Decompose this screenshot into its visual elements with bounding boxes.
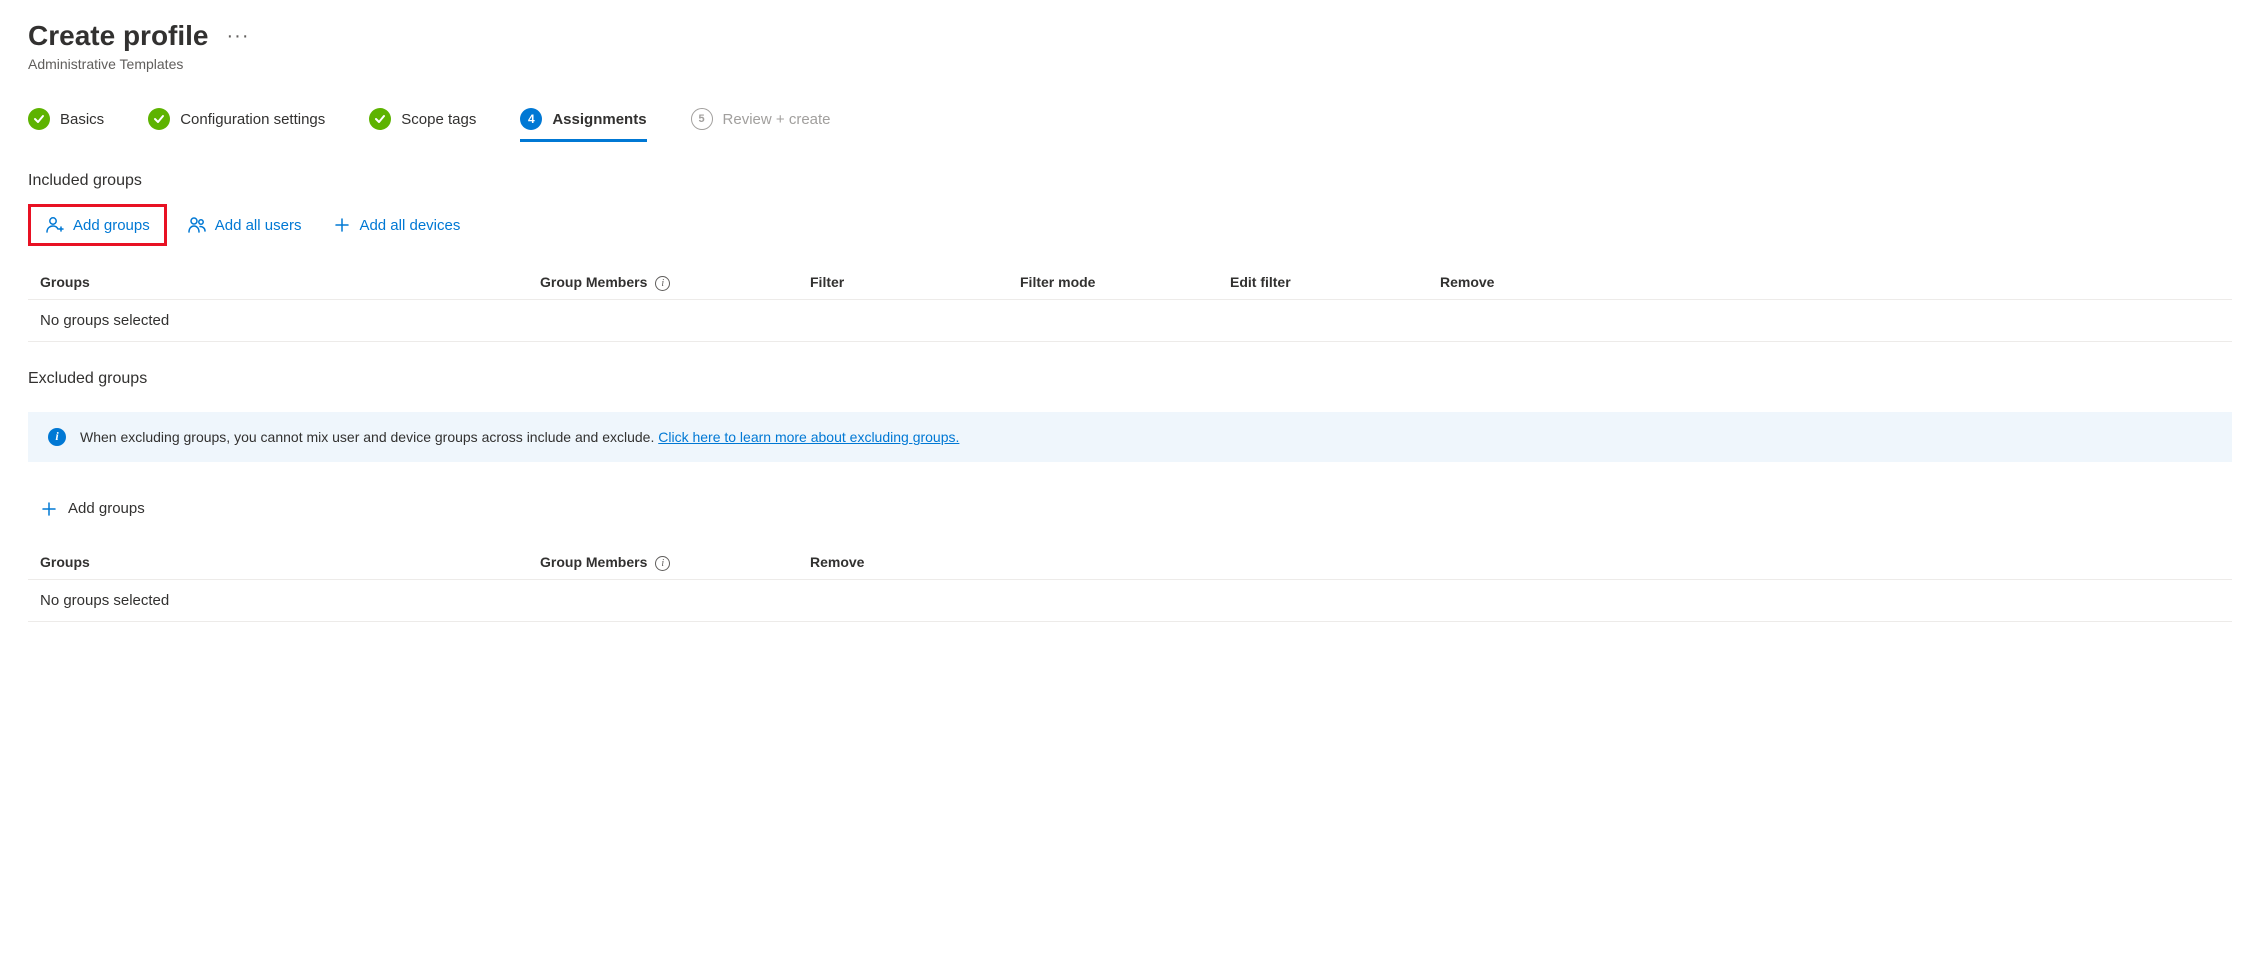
check-icon: [369, 108, 391, 130]
step-assignments[interactable]: 4 Assignments: [520, 108, 646, 142]
add-all-devices-button[interactable]: Add all devices: [321, 204, 472, 246]
step-label: Basics: [60, 111, 104, 128]
wizard-steps: Basics Configuration settings Scope tags…: [28, 108, 2232, 142]
add-all-users-button[interactable]: Add all users: [175, 204, 314, 246]
callout-link[interactable]: Click here to learn more about excluding…: [658, 429, 959, 445]
step-basics[interactable]: Basics: [28, 108, 104, 142]
step-number-badge: 5: [691, 108, 713, 130]
step-scope-tags[interactable]: Scope tags: [369, 108, 476, 142]
col-edit-filter[interactable]: Edit filter: [1230, 274, 1440, 291]
table-empty-row: No groups selected: [28, 300, 2232, 342]
plus-icon: [333, 216, 351, 234]
col-group-members[interactable]: Group Members i: [540, 274, 810, 291]
info-icon: i: [48, 428, 66, 446]
step-label: Configuration settings: [180, 111, 325, 128]
col-groups[interactable]: Groups: [40, 554, 540, 571]
check-icon: [28, 108, 50, 130]
info-icon[interactable]: i: [655, 556, 670, 571]
included-action-bar: Add groups Add all users Add all devices: [28, 204, 2232, 246]
col-group-members[interactable]: Group Members i: [540, 554, 810, 571]
step-review-create[interactable]: 5 Review + create: [691, 108, 831, 142]
info-callout: i When excluding groups, you cannot mix …: [28, 412, 2232, 462]
table-header: Groups Group Members i Remove: [28, 546, 2232, 580]
add-groups-button[interactable]: Add groups: [33, 209, 162, 241]
plus-icon: [40, 500, 58, 518]
callout-text: When excluding groups, you cannot mix us…: [80, 429, 658, 445]
step-label: Scope tags: [401, 111, 476, 128]
col-filter[interactable]: Filter: [810, 274, 1020, 291]
col-remove[interactable]: Remove: [810, 554, 2220, 571]
users-icon: [187, 215, 207, 235]
col-filter-mode[interactable]: Filter mode: [1020, 274, 1230, 291]
col-groups[interactable]: Groups: [40, 274, 540, 291]
button-label: Add all users: [215, 217, 302, 234]
button-label: Add groups: [73, 217, 150, 234]
excluded-groups-table: Groups Group Members i Remove No groups …: [28, 546, 2232, 622]
info-icon[interactable]: i: [655, 276, 670, 291]
step-label: Review + create: [723, 111, 831, 128]
add-groups-excluded-button[interactable]: Add groups: [28, 492, 157, 526]
button-label: Add all devices: [359, 217, 460, 234]
highlight-box: Add groups: [28, 204, 167, 246]
step-label: Assignments: [552, 111, 646, 128]
step-configuration-settings[interactable]: Configuration settings: [148, 108, 325, 142]
check-icon: [148, 108, 170, 130]
button-label: Add groups: [68, 500, 145, 517]
included-groups-heading: Included groups: [28, 172, 2232, 190]
person-add-icon: [45, 215, 65, 235]
table-empty-row: No groups selected: [28, 580, 2232, 622]
page-subtitle: Administrative Templates: [28, 56, 2232, 72]
more-icon[interactable]: ···: [227, 25, 250, 48]
step-number-badge: 4: [520, 108, 542, 130]
table-header: Groups Group Members i Filter Filter mod…: [28, 266, 2232, 300]
excluded-groups-heading: Excluded groups: [28, 370, 2232, 388]
col-remove[interactable]: Remove: [1440, 274, 2220, 291]
callout-content: When excluding groups, you cannot mix us…: [80, 429, 959, 445]
included-groups-table: Groups Group Members i Filter Filter mod…: [28, 266, 2232, 342]
page-title: Create profile: [28, 20, 209, 52]
